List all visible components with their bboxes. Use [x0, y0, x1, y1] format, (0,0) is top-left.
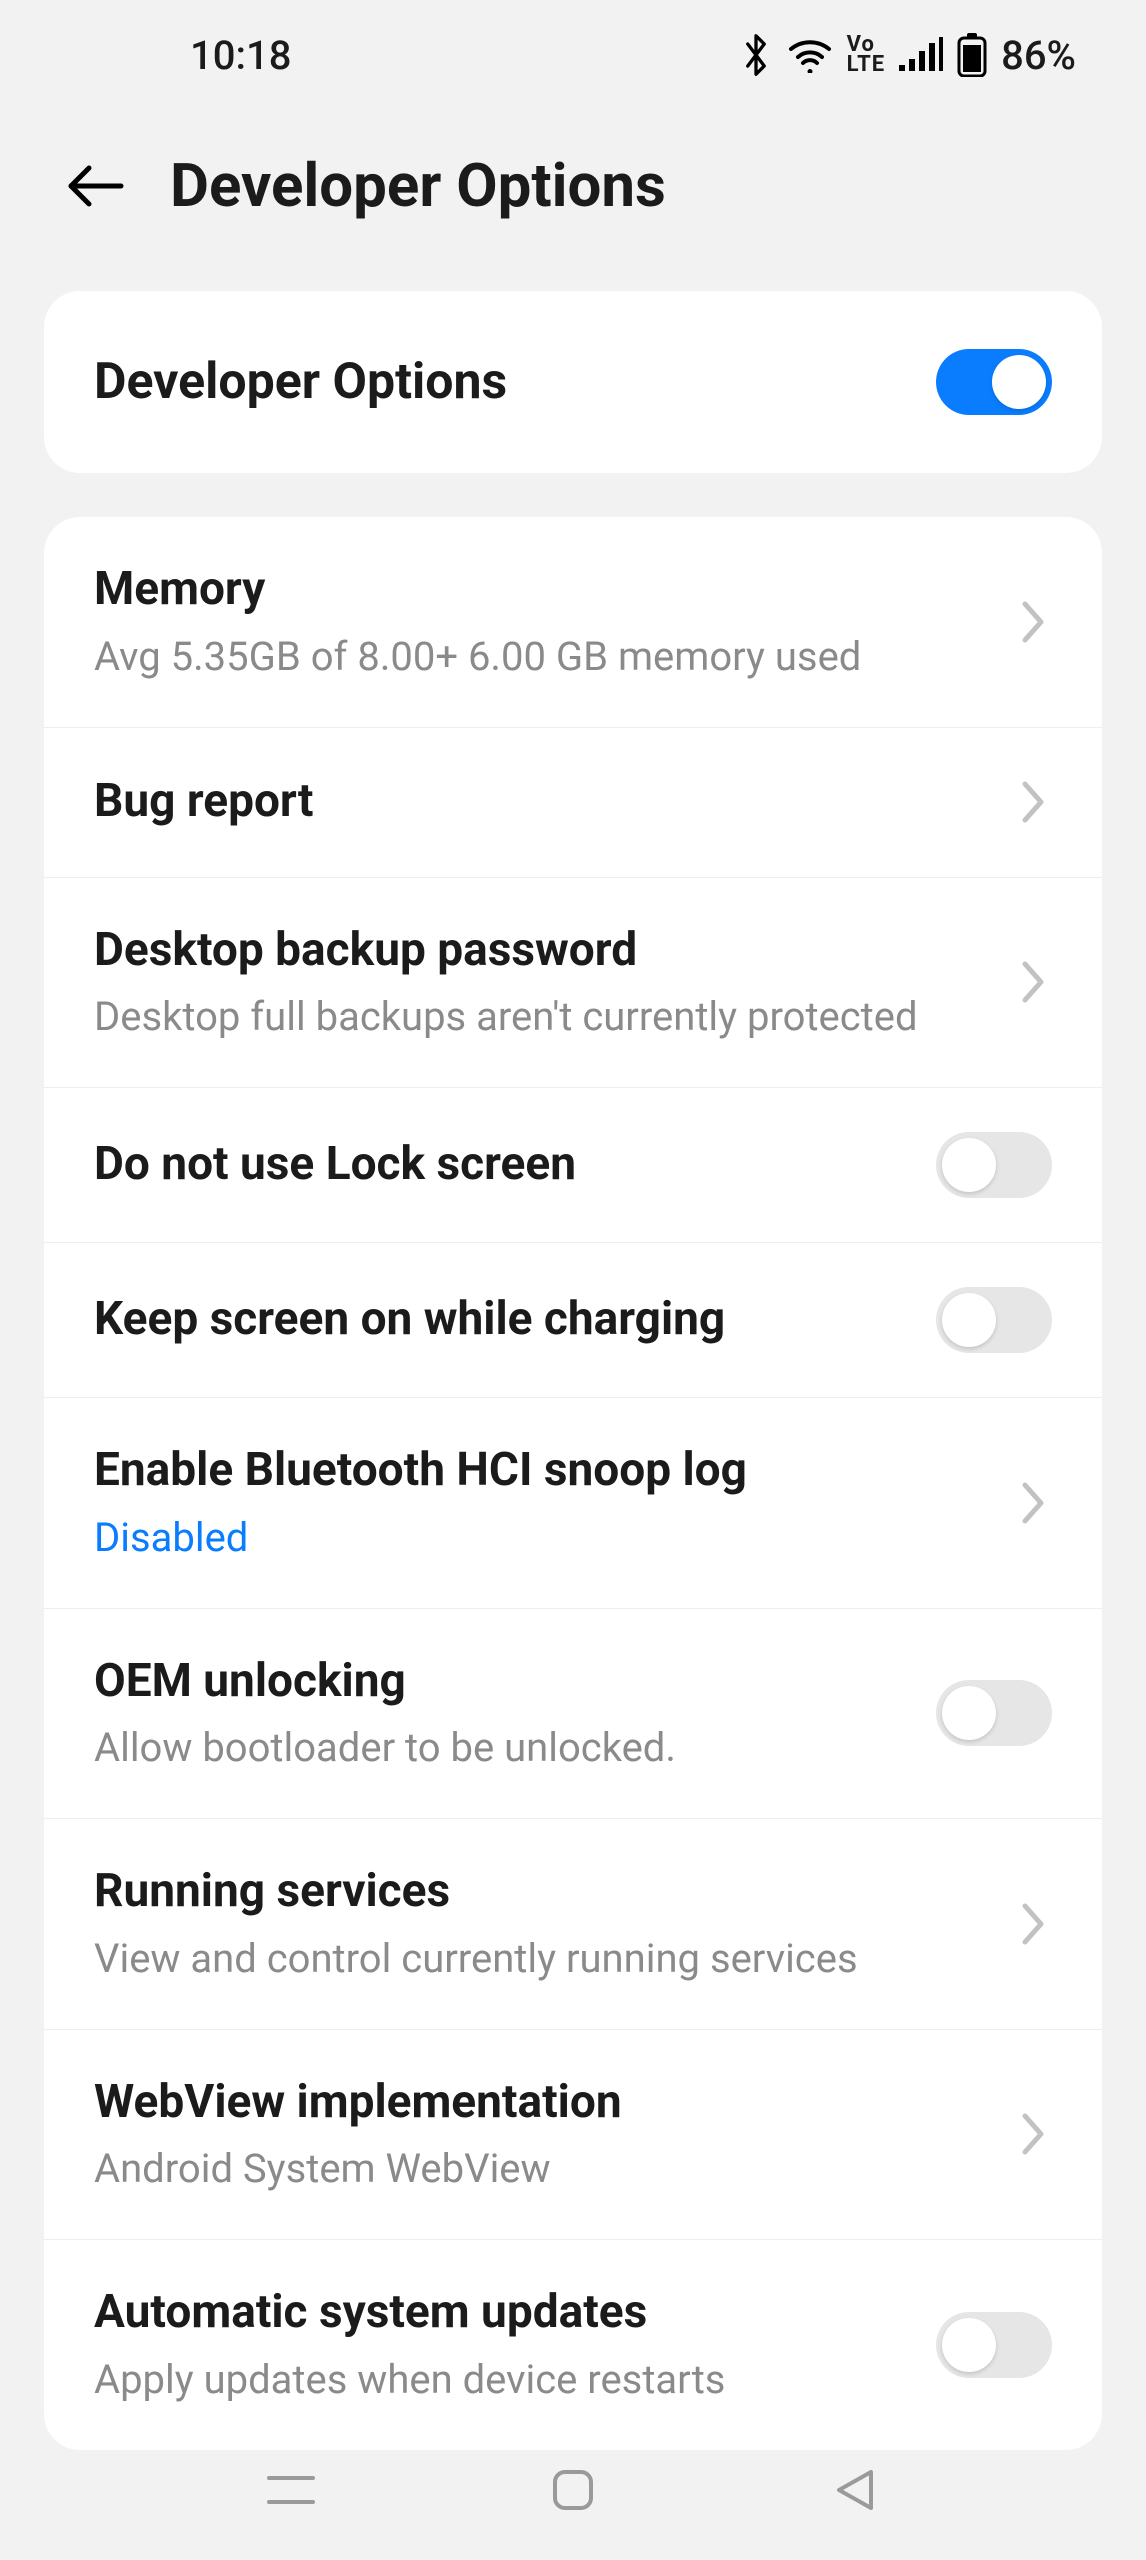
settings-row[interactable]: Memory Avg 5.35GB of 8.00+ 6.00 GB memory…: [44, 517, 1102, 728]
settings-row-subtitle: Apply updates when device restarts: [94, 2354, 906, 2406]
settings-row[interactable]: Automatic system updates Apply updates wh…: [44, 2240, 1102, 2450]
settings-row-title: WebView implementation: [94, 2074, 986, 2132]
settings-row-title: Bug report: [94, 773, 986, 831]
status-icons: VoLTE 86%: [739, 32, 1076, 79]
settings-row-title: Keep screen on while charging: [94, 1291, 906, 1349]
developer-options-toggle[interactable]: [936, 349, 1052, 415]
settings-row[interactable]: Enable Bluetooth HCI snoop log Disabled: [44, 1398, 1102, 1609]
bluetooth-icon: [739, 33, 773, 77]
battery-icon: [957, 33, 987, 77]
settings-row[interactable]: OEM unlocking Allow bootloader to be unlo…: [44, 1609, 1102, 1820]
settings-row[interactable]: WebView implementation Android System Web…: [44, 2030, 1102, 2241]
settings-row-subtitle: Avg 5.35GB of 8.00+ 6.00 GB memory used: [94, 631, 986, 683]
settings-row-text: Enable Bluetooth HCI snoop log Disabled: [94, 1442, 1016, 1564]
page-title: Developer Options: [170, 150, 666, 221]
navigation-bar: [0, 2420, 1146, 2560]
nav-recent-button[interactable]: [251, 2450, 331, 2530]
developer-options-toggle-row[interactable]: Developer Options: [44, 291, 1102, 473]
chevron-right-icon: [1016, 1485, 1052, 1521]
settings-row-subtitle: Disabled: [94, 1512, 986, 1564]
toggle-switch[interactable]: [936, 2312, 1052, 2378]
settings-row-text: Running services View and control current…: [94, 1863, 1016, 1985]
settings-row-text: Memory Avg 5.35GB of 8.00+ 6.00 GB memory…: [94, 561, 1016, 683]
settings-row-title: Do not use Lock screen: [94, 1136, 906, 1194]
settings-row-subtitle: Desktop full backups aren't currently pr…: [94, 991, 986, 1043]
settings-row-title: Automatic system updates: [94, 2284, 906, 2342]
wifi-icon: [787, 37, 833, 73]
settings-row-title: Enable Bluetooth HCI snoop log: [94, 1442, 986, 1500]
settings-row-text: OEM unlocking Allow bootloader to be unlo…: [94, 1653, 936, 1775]
settings-row-text: WebView implementation Android System Web…: [94, 2074, 1016, 2196]
toggle-switch[interactable]: [936, 1680, 1052, 1746]
volte-icon: VoLTE: [847, 35, 885, 75]
status-time: 10:18: [70, 32, 291, 79]
settings-row-title: Memory: [94, 561, 986, 619]
developer-options-label: Developer Options: [94, 353, 507, 411]
settings-row-text: Keep screen on while charging: [94, 1291, 936, 1349]
settings-row[interactable]: Running services View and control current…: [44, 1819, 1102, 2030]
settings-row[interactable]: Do not use Lock screen: [44, 1088, 1102, 1243]
toggle-switch[interactable]: [936, 1132, 1052, 1198]
chevron-right-icon: [1016, 1906, 1052, 1942]
nav-home-button[interactable]: [533, 2450, 613, 2530]
settings-row-text: Desktop backup password Desktop full back…: [94, 922, 1016, 1044]
settings-row-subtitle: View and control currently running servi…: [94, 1933, 986, 1985]
settings-row-text: Do not use Lock screen: [94, 1136, 936, 1194]
settings-row-subtitle: Android System WebView: [94, 2143, 986, 2195]
settings-row[interactable]: Bug report: [44, 728, 1102, 878]
chevron-right-icon: [1016, 2116, 1052, 2152]
chevron-right-icon: [1016, 784, 1052, 820]
settings-row-text: Automatic system updates Apply updates wh…: [94, 2284, 936, 2406]
page-header: Developer Options: [0, 110, 1146, 291]
settings-row-title: Desktop backup password: [94, 922, 986, 980]
chevron-right-icon: [1016, 604, 1052, 640]
master-toggle-card: Developer Options: [44, 291, 1102, 473]
signal-icon: [899, 37, 943, 73]
settings-row-text: Bug report: [94, 773, 1016, 831]
settings-row[interactable]: Keep screen on while charging: [44, 1243, 1102, 1398]
settings-row-title: OEM unlocking: [94, 1653, 906, 1711]
status-bar: 10:18 VoLTE: [0, 0, 1146, 110]
settings-row[interactable]: Desktop backup password Desktop full back…: [44, 878, 1102, 1089]
settings-list: Memory Avg 5.35GB of 8.00+ 6.00 GB memory…: [44, 517, 1102, 2450]
nav-back-button[interactable]: [815, 2450, 895, 2530]
back-button[interactable]: [60, 151, 130, 221]
settings-row-subtitle: Allow bootloader to be unlocked.: [94, 1722, 906, 1774]
toggle-switch[interactable]: [936, 1287, 1052, 1353]
battery-percent: 86%: [1001, 32, 1076, 79]
chevron-right-icon: [1016, 964, 1052, 1000]
settings-row-title: Running services: [94, 1863, 986, 1921]
